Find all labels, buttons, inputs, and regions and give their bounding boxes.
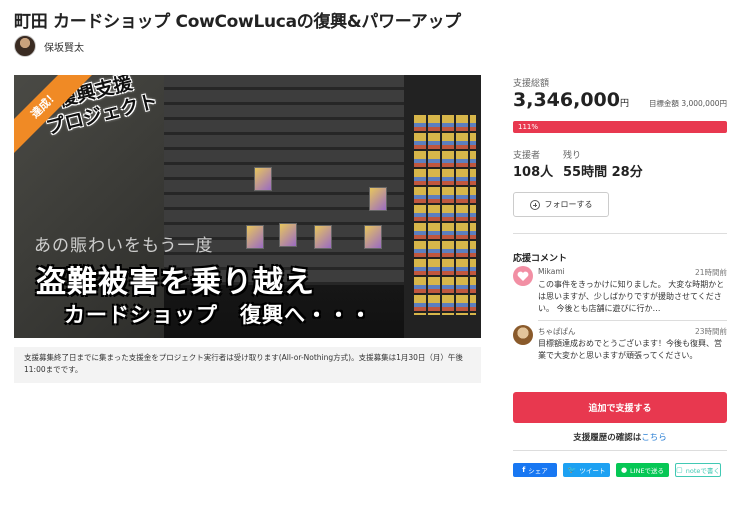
note-icon: ▢ (676, 466, 683, 474)
support-again-button[interactable]: 追加で支援する (513, 392, 727, 423)
comment-item: ちゃぱぱん 23時間前 目標額達成おめでとうございます！今後も復興、営業で大変か… (513, 325, 727, 381)
facebook-share-label: シェア (528, 467, 548, 475)
comments-title: 応援コメント (513, 254, 568, 264)
plus-circle-icon (529, 199, 540, 210)
total-amount-unit: 円 (619, 99, 629, 109)
comment-item: Mikami 21時間前 この事件をきっかけに知りました。 大変な時期かとは思い… (513, 266, 727, 322)
history-label: 支援履歴の確認は (573, 433, 642, 443)
total-amount: 3,346,000円 (513, 89, 629, 111)
divider (538, 320, 727, 321)
twitter-share-label: ツイート (579, 467, 606, 475)
hero-card (369, 187, 387, 211)
divider (513, 233, 727, 234)
progress-fill: 111% (513, 121, 727, 133)
author-avatar[interactable] (14, 35, 36, 57)
hero-card (314, 225, 332, 249)
line-share-button[interactable]: ● LINEで送る (616, 463, 669, 477)
follow-button[interactable]: フォローする (513, 192, 609, 217)
hero-card (254, 167, 272, 191)
line-icon: ● (620, 466, 628, 474)
follow-label: フォローする (544, 200, 593, 209)
note-share-button[interactable]: ▢ noteで書く (675, 463, 721, 477)
total-amount-value: 3,346,000 (513, 89, 620, 111)
supporters-count: 108人 (513, 165, 554, 180)
line-share-label: LINEで送る (630, 467, 665, 475)
twitter-share-button[interactable]: 🐦 ツイート (563, 463, 610, 477)
comment-author[interactable]: ちゃぱぱん (538, 326, 576, 337)
heart-icon (517, 271, 529, 281)
total-label: 支援総額 (513, 79, 550, 89)
history-text: 支援履歴の確認はこちら (513, 431, 727, 443)
project-title: 町田 カードショップ CowCowLucaの復興&パワーアップ (14, 12, 461, 32)
goal-amount: 目標金額 3,000,000円 (648, 99, 727, 108)
hero-subtitle: あの賑わいをもう一度 (34, 236, 214, 256)
comment-body: この事件をきっかけに知りました。 大変な時期かとは思いますが、少しばかりですが援… (538, 280, 725, 313)
hero-card (364, 225, 382, 249)
hero-card (246, 225, 264, 249)
hero-image: 復興支援 プロジェクト 達成！ あの賑わいをもう一度 盗難被害を乗り越え カード… (14, 75, 481, 338)
progress-bar: 111% (513, 121, 727, 133)
twitter-icon: 🐦 (567, 466, 577, 474)
divider (513, 450, 727, 451)
facebook-share-button[interactable]: f シェア (513, 463, 557, 477)
author-name[interactable]: 保坂賢太 (44, 39, 84, 54)
comment-avatar[interactable] (513, 266, 533, 286)
note-share-label: noteで書く (685, 467, 720, 475)
facebook-icon: f (522, 466, 526, 474)
hero-headline: 盗難被害を乗り越え (36, 265, 315, 300)
history-link[interactable]: こちら (641, 433, 667, 443)
comment-avatar[interactable] (513, 325, 533, 345)
hero-card (279, 223, 297, 247)
comment-time: 21時間前 (694, 268, 727, 277)
supporters-label: 支援者 (513, 151, 541, 161)
comment-body: 目標額達成おめでとうございます！今後も復興、営業で大変かと思いますが頑張ってくだ… (538, 339, 722, 360)
author[interactable]: 保坂賢太 (14, 35, 84, 57)
hero-shop-text: カードショップ 復興へ・・・ (64, 303, 372, 327)
remaining-label: 残り (563, 151, 582, 161)
share-buttons: f シェア 🐦 ツイート ● LINEで送る ▢ noteで書く (513, 463, 727, 477)
remaining-time: 55時間 28分 (563, 165, 643, 180)
comment-author[interactable]: Mikami (538, 267, 565, 276)
comment-time: 23時間前 (694, 327, 727, 336)
hero-card-wall (414, 115, 476, 315)
funding-notice: 支援募集終了日までに集まった支援金をプロジェクト実行者は受け取ります(All-o… (14, 347, 481, 383)
